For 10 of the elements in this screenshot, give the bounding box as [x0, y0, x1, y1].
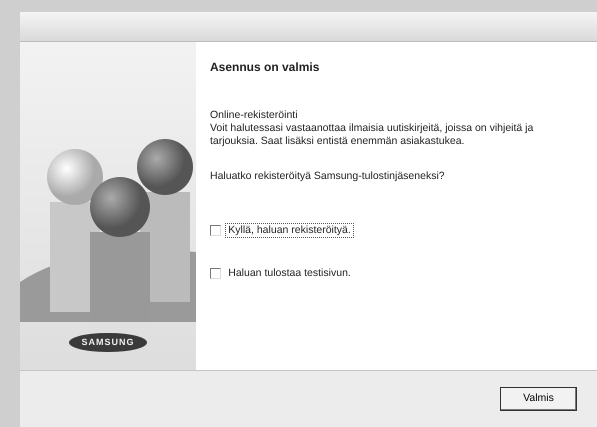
brand-logo: SAMSUNG [69, 332, 146, 352]
checkbox-label[interactable]: Haluan tulostaa testisivun. [226, 266, 353, 280]
section-title: Online-rekisteröinti [210, 109, 299, 122]
checkbox-label[interactable]: Kyllä, haluan rekisteröityä. [226, 224, 353, 237]
checkbox[interactable] [210, 268, 221, 279]
finish-button[interactable]: Valmis [500, 387, 577, 411]
description-text: Voit halutessasi vastaanottaa ilmaisia uutiskirjeitä, joissa on vihjeitä ja tarjouksia. Saat lisäksi entistä enemmän asiakastukea. [210, 122, 534, 148]
question-text: Haluatko rekisteröityä Samsung-tulostinjäseneksi? [210, 170, 446, 184]
checkbox[interactable] [210, 224, 221, 236]
page-heading: Asennus on valmis [210, 60, 320, 75]
